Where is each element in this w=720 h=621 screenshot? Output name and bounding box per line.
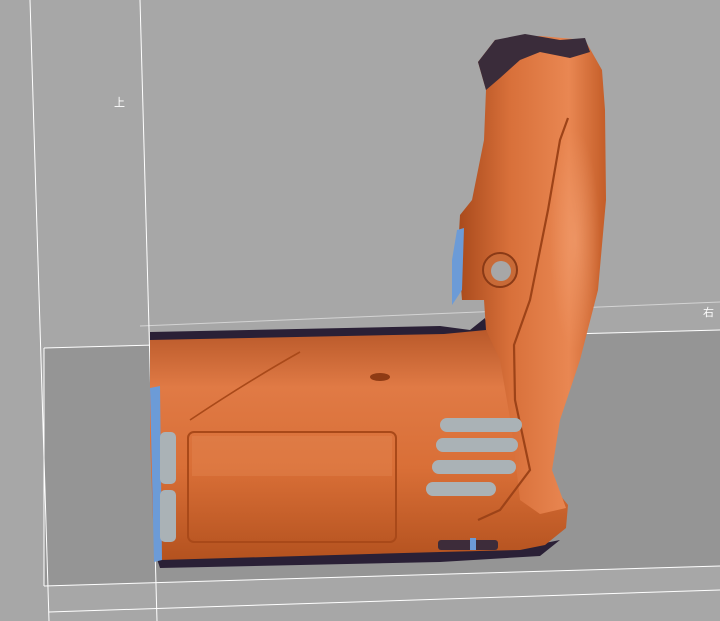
front-slot-lower — [160, 490, 176, 542]
scene-canvas[interactable] — [0, 0, 720, 621]
3d-viewport[interactable]: 上 右 — [0, 0, 720, 621]
axis-label-right: 右 — [703, 306, 714, 319]
handle-sheen — [550, 130, 600, 350]
label-recess-sheen — [192, 436, 392, 476]
vent-slot — [440, 418, 522, 432]
vent-slot — [426, 482, 496, 496]
vent-slot — [436, 438, 518, 452]
front-slot-upper — [160, 432, 176, 484]
trigger-hole-inner — [491, 261, 511, 281]
body-screw-boss — [370, 373, 390, 381]
vent-slot — [432, 460, 516, 474]
axis-label-up: 上 — [114, 96, 125, 109]
drill-housing-model[interactable] — [150, 34, 606, 568]
